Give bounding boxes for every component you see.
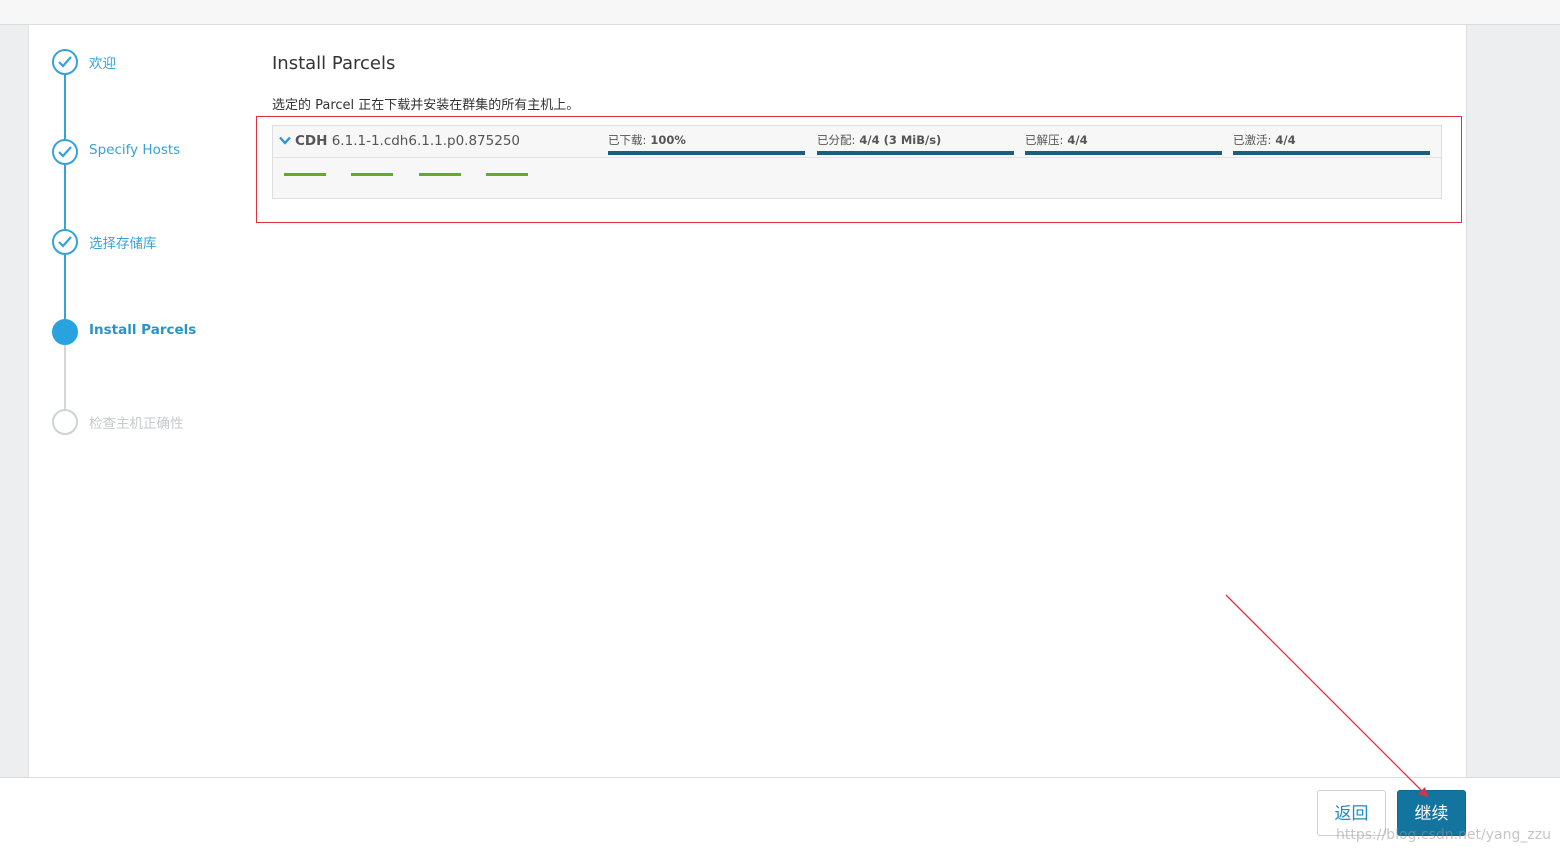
- stage-value: 4/4: [1067, 133, 1088, 147]
- pending-step-circle-icon: [52, 409, 78, 435]
- step-label: 欢迎: [89, 56, 116, 72]
- stage-progress-bar: [608, 151, 805, 155]
- stage-label: 已激活:: [1233, 133, 1272, 147]
- top-bar: [0, 0, 1560, 25]
- stage-value: 100%: [650, 133, 686, 147]
- wizard-steps-sidebar: 欢迎 Specify Hosts 选择存储库 Install Parcels 检…: [28, 25, 249, 777]
- stage-activated: 已激活: 4/4: [1233, 126, 1430, 157]
- parcel-panel: CDH 6.1.1-1.cdh6.1.1.p0.875250 已下载: 100% …: [272, 125, 1442, 199]
- check-icon: [52, 139, 78, 165]
- parcel-toggle[interactable]: CDH 6.1.1-1.cdh6.1.1.p0.875250: [279, 133, 520, 149]
- page-subtitle: 选定的 Parcel 正在下载并安装在群集的所有主机上。: [272, 98, 580, 113]
- host-status-dash: [284, 173, 326, 176]
- stage-label: 已分配:: [817, 133, 856, 147]
- step-label: Specify Hosts: [89, 142, 181, 158]
- stage-value: 4/4: [1275, 133, 1296, 147]
- stage-distributed: 已分配: 4/4 (3 MiB/s): [817, 126, 1014, 157]
- stage-unpacked: 已解压: 4/4: [1025, 126, 1222, 157]
- main-content: Install Parcels 选定的 Parcel 正在下载并安装在群集的所有…: [248, 25, 1467, 777]
- wizard-footer: 返回 继续 https://blog.csdn.net/yang_zzu: [0, 777, 1560, 857]
- host-status-dash: [351, 173, 393, 176]
- parcel-header: CDH 6.1.1-1.cdh6.1.1.p0.875250 已下载: 100% …: [273, 126, 1441, 158]
- step-label: 选择存储库: [89, 236, 157, 252]
- stage-progress-bar: [817, 151, 1014, 155]
- chevron-down-icon: [279, 133, 291, 149]
- stage-progress-bar: [1025, 151, 1222, 155]
- host-status-dash: [419, 173, 461, 176]
- watermark: https://blog.csdn.net/yang_zzu: [1336, 827, 1551, 843]
- check-icon: [52, 49, 78, 75]
- stage-progress-bar: [1233, 151, 1430, 155]
- parcel-version: 6.1.1-1.cdh6.1.1.p0.875250: [331, 133, 520, 149]
- stage-label: 已下载:: [608, 133, 647, 147]
- step-label: 检查主机正确性: [89, 416, 184, 432]
- host-status-dash: [486, 173, 528, 176]
- step-label: Install Parcels: [89, 322, 197, 338]
- highlight-box: CDH 6.1.1-1.cdh6.1.1.p0.875250 已下载: 100% …: [256, 116, 1462, 223]
- stage-value: 4/4 (3 MiB/s): [859, 133, 942, 147]
- check-icon: [52, 229, 78, 255]
- stage-label: 已解压:: [1025, 133, 1064, 147]
- active-step-dot-icon: [52, 319, 78, 345]
- stage-downloaded: 已下载: 100%: [608, 126, 805, 157]
- page-title: Install Parcels: [272, 53, 396, 74]
- parcel-product: CDH: [295, 133, 328, 149]
